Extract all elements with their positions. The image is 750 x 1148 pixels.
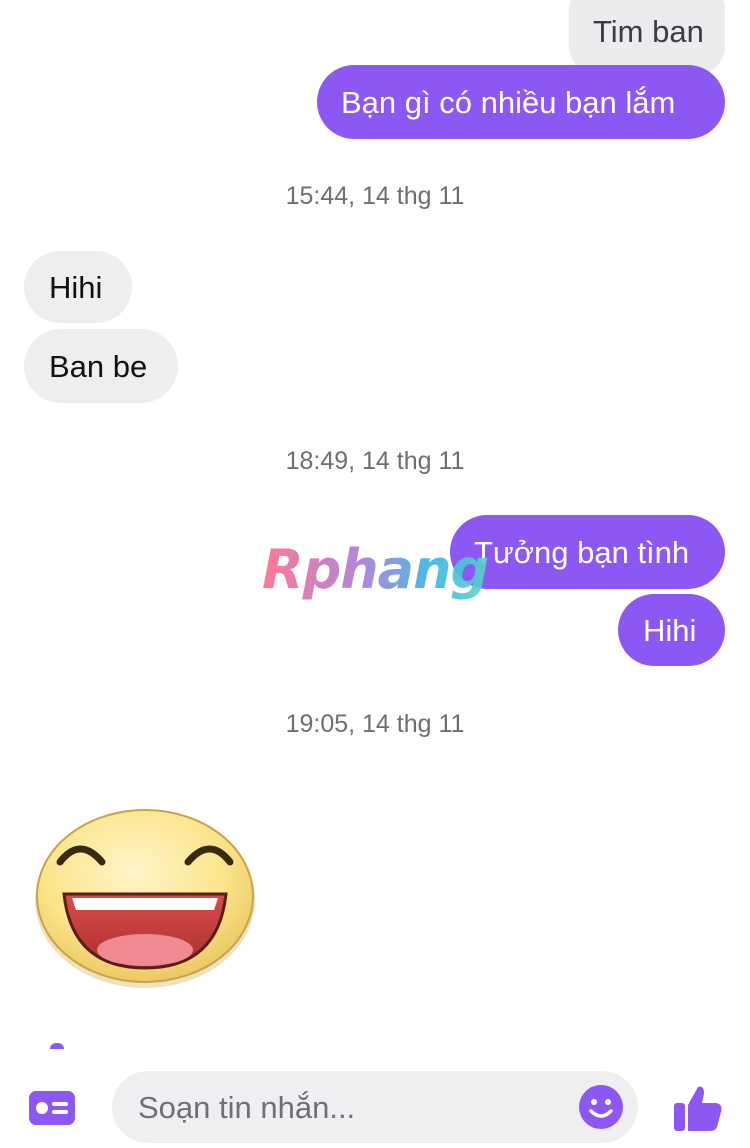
outgoing-message[interactable]: Tưởng bạn tình xyxy=(450,515,725,589)
quoted-reply-text: Tim ban xyxy=(593,14,704,49)
laughing-face-sticker[interactable] xyxy=(32,800,258,990)
emoji-button[interactable] xyxy=(578,1084,624,1130)
incoming-message[interactable]: Hihi xyxy=(24,251,132,323)
contact-card-icon xyxy=(29,1091,75,1125)
timestamp: 19:05, 14 thg 11 xyxy=(285,710,465,738)
message-composer[interactable] xyxy=(112,1071,638,1145)
outgoing-message[interactable]: Hihi xyxy=(618,594,725,666)
like-button[interactable] xyxy=(672,1083,724,1133)
timestamp: 18:49, 14 thg 11 xyxy=(285,447,465,475)
watermark-logo: Rphang xyxy=(262,538,489,601)
typing-indicator xyxy=(50,1043,64,1049)
thumbs-up-icon xyxy=(674,1086,722,1131)
message-input[interactable] xyxy=(136,1071,580,1145)
message-text: Hihi xyxy=(49,269,103,305)
message-text: Tưởng bạn tình xyxy=(474,534,690,570)
smiley-icon xyxy=(579,1085,623,1129)
contact-card-button[interactable] xyxy=(28,1090,76,1126)
timestamp: 15:44, 14 thg 11 xyxy=(285,182,465,210)
incoming-message[interactable]: Ban be xyxy=(24,329,178,403)
message-text: Bạn gì có nhiều bạn lắm xyxy=(341,84,676,120)
outgoing-message[interactable]: Bạn gì có nhiều bạn lắm xyxy=(317,65,725,139)
message-text: Hihi xyxy=(643,612,697,648)
message-text: Ban be xyxy=(49,348,148,384)
